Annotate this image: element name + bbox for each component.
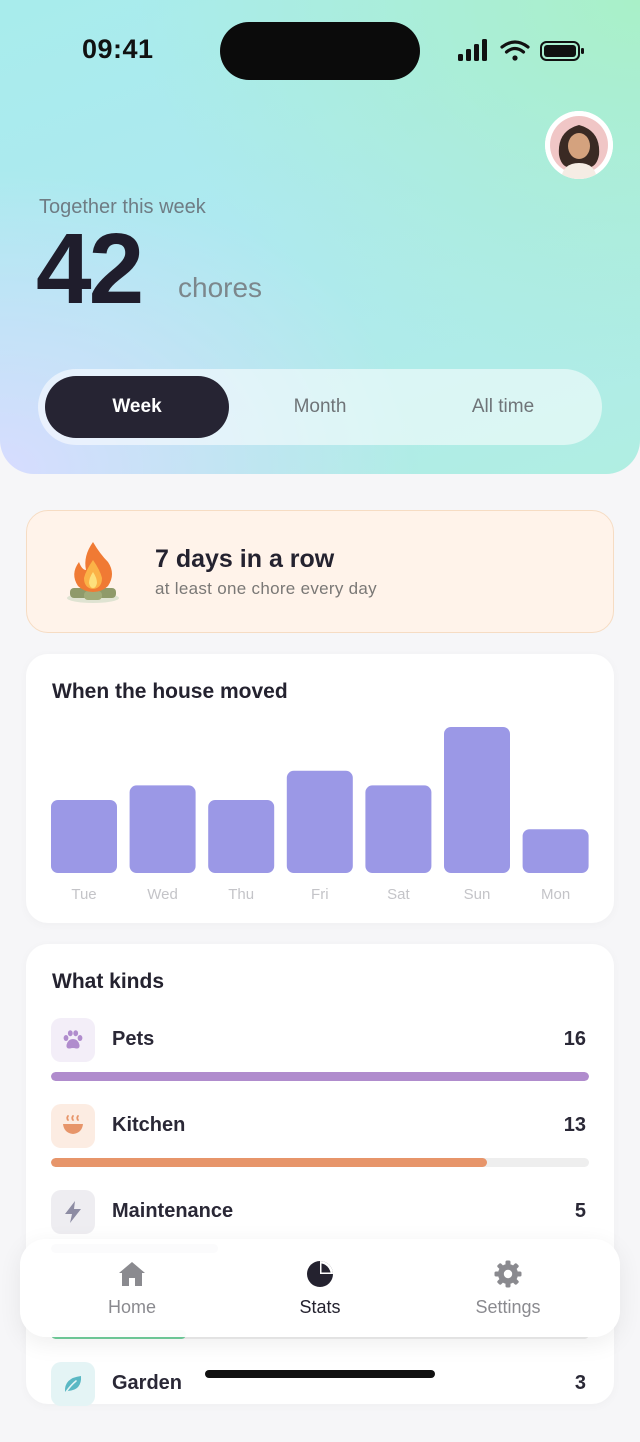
kind-progress-track [51,1072,589,1081]
nav-stats[interactable]: Stats [220,1239,420,1337]
kind-count: 3 [574,1372,586,1394]
kind-count: 5 [574,1200,586,1222]
bottom-tab-bar: Home Stats Settings [20,1239,620,1337]
tab-all-time[interactable]: All time [411,376,595,438]
kind-count: 13 [563,1114,586,1136]
nav-label: Stats [299,1297,341,1317]
bar-tue [51,800,117,873]
bolt-icon [51,1190,95,1234]
battery-icon [540,41,584,61]
nav-label: Home [107,1297,156,1317]
bar-mon [522,829,589,873]
kind-progress-fill [51,1072,589,1081]
weekly-bar-chart: Tue Wed Thu Fri Sat Sun Mon [51,727,589,903]
cellular-signal-icon [458,39,487,61]
bar-thu [208,800,275,873]
wifi-icon [500,40,530,61]
kind-row-kitchen[interactable]: Kitchen 13 [26,1104,614,1184]
bar-fri [286,770,353,873]
streak-subtitle: at least one chore every day [155,579,377,598]
nav-home[interactable]: Home [32,1239,232,1337]
period-selector: Week Month All time [38,369,602,445]
tick-label-wed: Wed [147,886,178,903]
total-chores-unit: chores [178,272,263,303]
bar-wed [129,785,196,873]
kind-row-pets[interactable]: Pets 16 [26,1018,614,1098]
kind-count: 16 [563,1028,586,1050]
kind-label: Maintenance [112,1200,234,1222]
kind-label: Kitchen [112,1114,186,1136]
kind-progress-fill [51,1158,487,1167]
kinds-title: What kinds [52,970,165,993]
home-indicator [205,1370,435,1378]
dynamic-island [220,22,420,80]
pie-chart-icon [307,1261,333,1287]
status-icons [458,39,584,61]
status-time: 09:41 [82,34,154,64]
gear-icon [494,1260,522,1288]
tab-month[interactable]: Month [228,376,412,438]
bar-sat [365,785,432,873]
tick-label-mon: Mon [541,886,570,903]
tick-label-fri: Fri [311,886,329,903]
tick-label-thu: Thu [228,886,254,903]
bowl-icon [51,1104,95,1148]
weekly-activity-card: When the house moved Tue Wed Thu Fri Sat Sun M… [26,654,614,923]
paw-icon [51,1018,95,1062]
tab-week[interactable]: Week [45,376,229,438]
nav-label: Settings [475,1297,541,1317]
tick-label-tue: Tue [71,886,96,903]
tick-label-sat: Sat [387,886,410,903]
nav-settings[interactable]: Settings [408,1239,608,1337]
bar-sun [444,727,510,873]
leaf-icon [51,1362,95,1406]
tick-label-sun: Sun [464,886,491,903]
kind-progress-track [51,1158,589,1167]
kind-label: Pets [112,1028,155,1050]
home-icon [119,1262,145,1286]
streak-title: 7 days in a row [155,545,335,573]
profile-avatar[interactable] [545,111,613,179]
kind-label: Garden [112,1372,183,1394]
campfire-icon [67,542,119,603]
total-chores-count: 42 [36,213,144,325]
